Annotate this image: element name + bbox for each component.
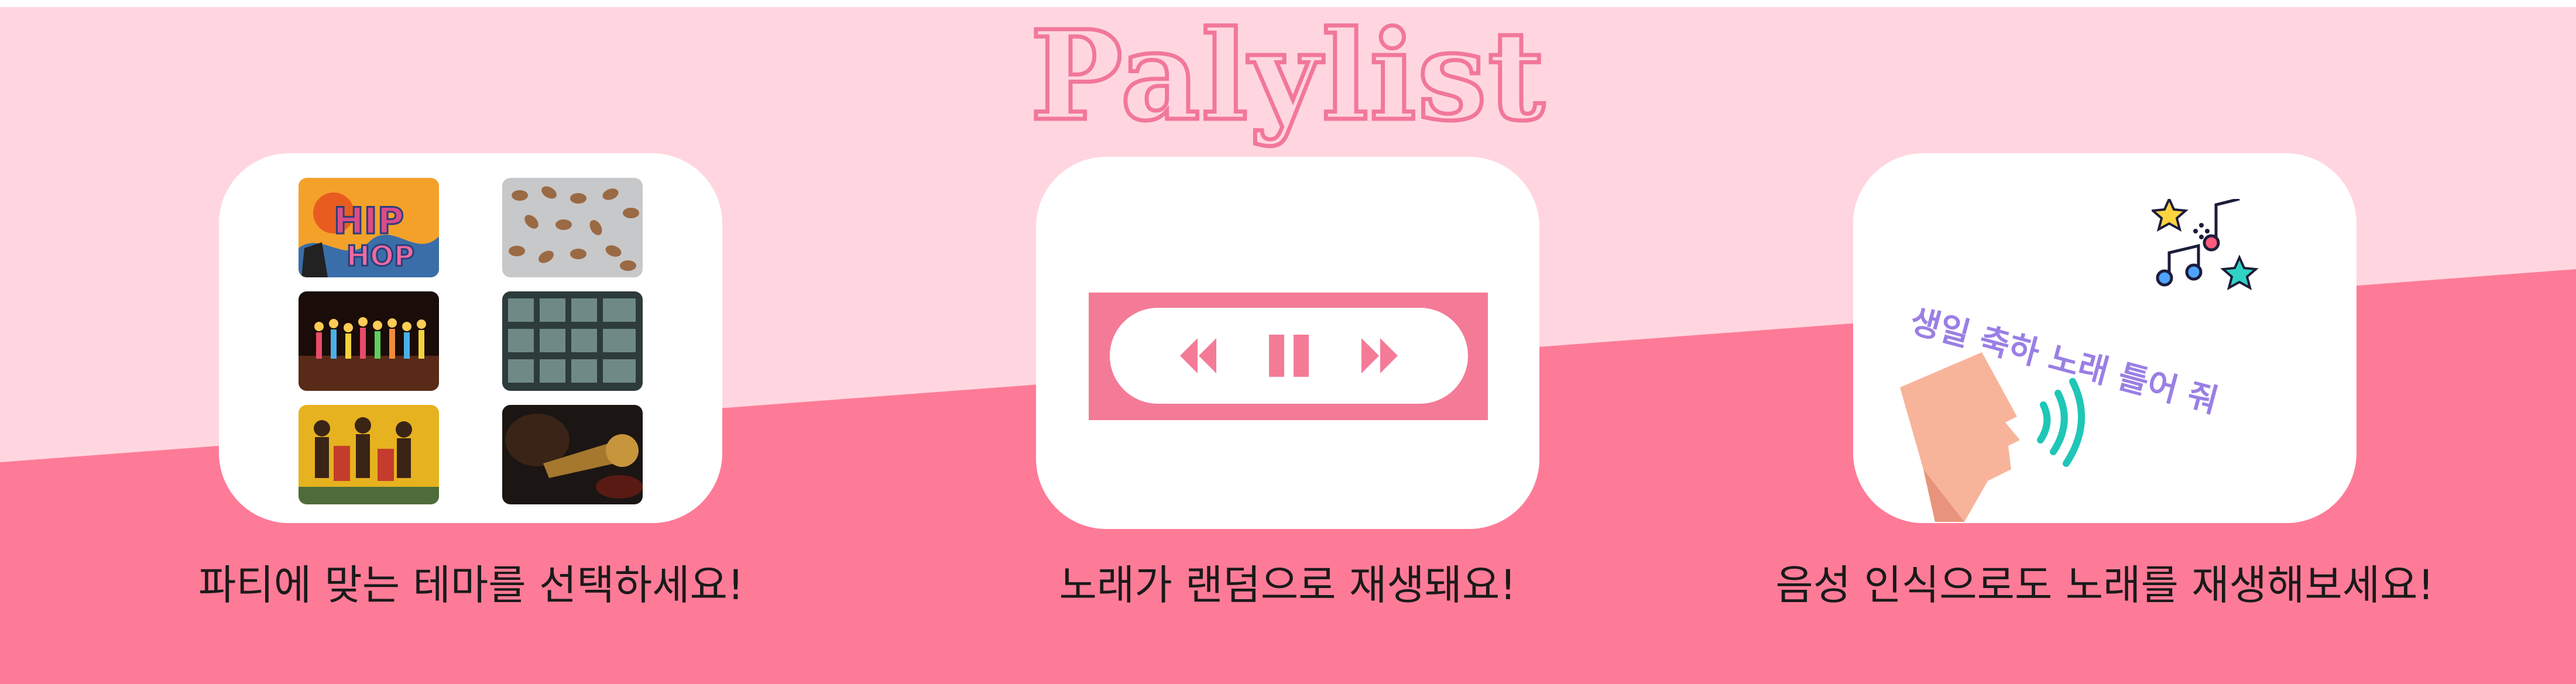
dance-theme-thumbnail[interactable] <box>299 405 439 504</box>
trumpet-theme-thumbnail[interactable] <box>502 405 643 504</box>
voice-play-card: 생일 축하 노래 틀어 줘 <box>1853 153 2357 523</box>
player-controls <box>1110 308 1468 404</box>
fast-forward-icon[interactable] <box>1361 338 1398 373</box>
hiphop-theme-thumbnail[interactable]: HIP HOP <box>299 178 439 277</box>
records-theme-thumbnail[interactable] <box>502 291 643 391</box>
svg-text:HOP: HOP <box>347 240 414 273</box>
nuts-theme-thumbnail[interactable] <box>502 178 643 277</box>
music-notes-icon <box>2152 199 2259 291</box>
voice-play-caption: 음성 인식으로도 노래를 재생해보세요! <box>1775 561 2434 609</box>
svg-text:HIP: HIP <box>334 200 404 242</box>
page-title: Palylist <box>1028 4 1547 148</box>
player-bar <box>1089 293 1488 420</box>
random-play-card <box>1036 157 1539 529</box>
birthday-theme-thumbnail[interactable] <box>299 291 439 391</box>
theme-select-caption: 파티에 맞는 테마를 선택하세요! <box>198 561 744 609</box>
rewind-icon[interactable] <box>1180 338 1216 373</box>
random-play-caption: 노래가 랜덤으로 재생돼요! <box>1059 561 1517 609</box>
theme-select-card[interactable]: HIP HOP <box>219 153 722 523</box>
pause-icon[interactable] <box>1269 335 1309 377</box>
speaking-head-icon <box>1900 352 2086 522</box>
